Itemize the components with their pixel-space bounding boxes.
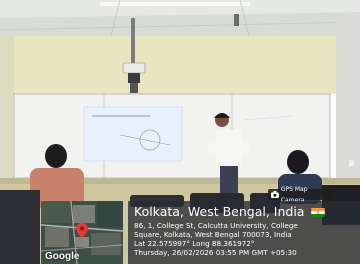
geo-tag-overlay: Kolkata, West Bengal, India 86, 1, Colle… (128, 201, 360, 264)
india-flag-icon (311, 208, 326, 217)
address-line-1: 86, 1, College St, Calcutta University, … (134, 221, 298, 230)
photo-frame: ~ ~ ~ ~ ~ (0, 0, 360, 264)
google-logo: Google (45, 251, 80, 262)
location-title-row: Kolkata, West Bengal, India (134, 204, 326, 220)
gps-camera-badge: GPS Map Camera (268, 186, 332, 204)
map-thumbnail: Google (41, 201, 123, 264)
location-title: Kolkata, West Bengal, India (134, 204, 305, 219)
camera-icon (271, 191, 279, 198)
coordinates-text: Lat 22.575997° Long 88.361972° (134, 239, 255, 248)
address-line-2: Square, Kolkata, West Bengal 700073, Ind… (134, 230, 292, 239)
datetime-text: Thursday, 26/02/2026 03:55 PM GMT +05:30 (134, 248, 297, 257)
